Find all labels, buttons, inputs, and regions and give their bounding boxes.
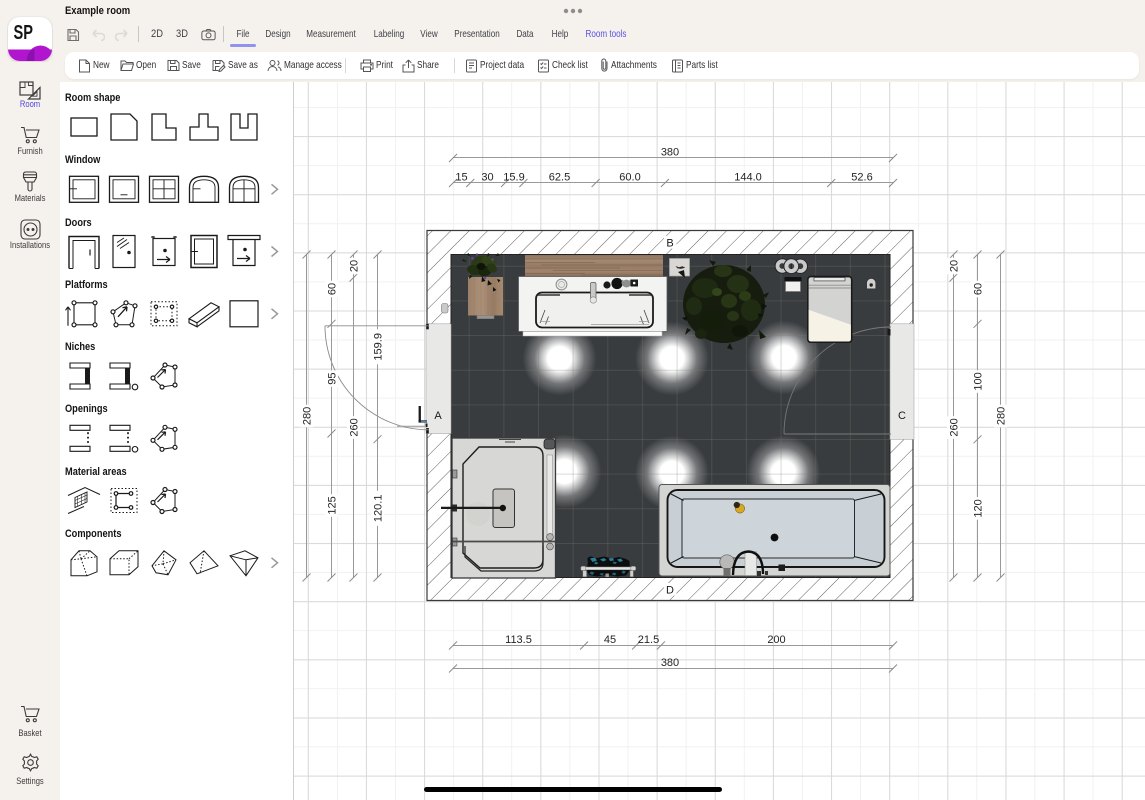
svg-text:20: 20 bbox=[949, 260, 961, 272]
svg-text:125: 125 bbox=[327, 496, 339, 514]
svg-text:B: B bbox=[666, 238, 673, 250]
svg-text:30: 30 bbox=[481, 172, 493, 184]
svg-text:159.9: 159.9 bbox=[373, 333, 385, 361]
svg-text:120.1: 120.1 bbox=[373, 495, 385, 523]
svg-text:SP: SP bbox=[14, 22, 34, 44]
svg-text:113.5: 113.5 bbox=[505, 634, 532, 646]
svg-text:100: 100 bbox=[973, 372, 985, 390]
svg-text:280: 280 bbox=[996, 407, 1008, 425]
svg-text:144.0: 144.0 bbox=[734, 172, 762, 184]
svg-text:15.9: 15.9 bbox=[503, 172, 524, 184]
svg-text:52.6: 52.6 bbox=[851, 172, 872, 184]
svg-text:260: 260 bbox=[949, 418, 961, 436]
svg-text:380: 380 bbox=[661, 147, 679, 159]
svg-text:60.0: 60.0 bbox=[619, 172, 640, 184]
svg-text:380: 380 bbox=[661, 657, 679, 669]
svg-text:95: 95 bbox=[327, 372, 339, 384]
svg-text:260: 260 bbox=[349, 418, 361, 436]
svg-text:C: C bbox=[898, 410, 906, 422]
svg-text:D: D bbox=[666, 585, 674, 597]
svg-text:62.5: 62.5 bbox=[549, 172, 570, 184]
svg-text:280: 280 bbox=[302, 407, 314, 425]
svg-text:200: 200 bbox=[767, 634, 785, 646]
svg-text:60: 60 bbox=[973, 283, 985, 295]
svg-text:21.5: 21.5 bbox=[638, 634, 659, 646]
svg-text:20: 20 bbox=[349, 260, 361, 272]
svg-text:15: 15 bbox=[455, 172, 467, 184]
svg-text:60: 60 bbox=[327, 283, 339, 295]
svg-text:A: A bbox=[434, 410, 442, 422]
svg-text:45: 45 bbox=[604, 634, 616, 646]
svg-text:120: 120 bbox=[973, 499, 985, 517]
